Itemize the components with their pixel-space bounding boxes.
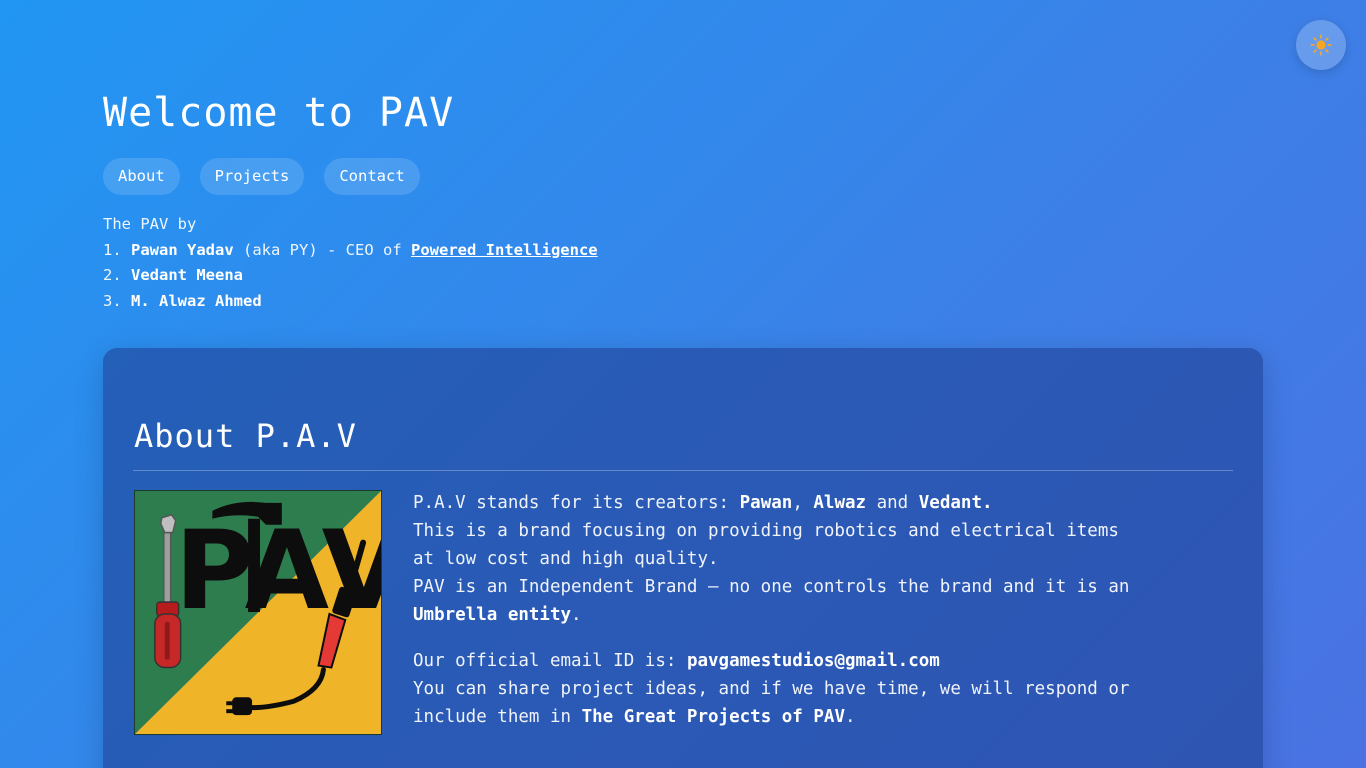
member-name: Vedant Meena (131, 266, 243, 285)
about-title: About P.A.V (134, 417, 357, 455)
divider (133, 470, 1233, 471)
about-paragraph: P.A.V stands for its creators: Pawan, Al… (413, 493, 1130, 625)
hero: Welcome to PAV About Projects Contact Th… (103, 86, 598, 315)
nav-about-button[interactable]: About (103, 158, 180, 195)
sun-icon (1310, 34, 1332, 56)
nav: About Projects Contact (103, 158, 598, 195)
member-name: Pawan Yadav (131, 240, 234, 259)
member-item: 3. M. Alwaz Ahmed (103, 292, 262, 311)
email-address: pavgamestudios@gmail.com (686, 651, 940, 671)
nav-contact-button[interactable]: Contact (324, 158, 420, 195)
page-title: Welcome to PAV (103, 90, 455, 136)
contact-paragraph: Our official email ID is: pavgamestudios… (413, 651, 1130, 727)
intro: The PAV by 1. Pawan Yadav (aka PY) - CEO… (103, 212, 598, 315)
member-name: M. Alwaz Ahmed (131, 292, 262, 311)
nav-projects-button[interactable]: Projects (199, 158, 305, 195)
about-text: P.A.V stands for its creators: Pawan, Al… (413, 489, 1133, 731)
theme-toggle-button[interactable] (1296, 20, 1346, 70)
pav-logo: PAV (134, 490, 382, 735)
member-item: 2. Vedant Meena (103, 266, 243, 285)
powered-intelligence-link[interactable]: Powered Intelligence (411, 241, 598, 259)
about-card: About P.A.V PAV P.A.V stands for its cre… (103, 348, 1263, 768)
logo-letters: PAV (175, 507, 381, 634)
intro-heading: The PAV by (103, 215, 197, 233)
member-item: 1. Pawan Yadav (aka PY) - CEO of Powered… (103, 240, 598, 259)
